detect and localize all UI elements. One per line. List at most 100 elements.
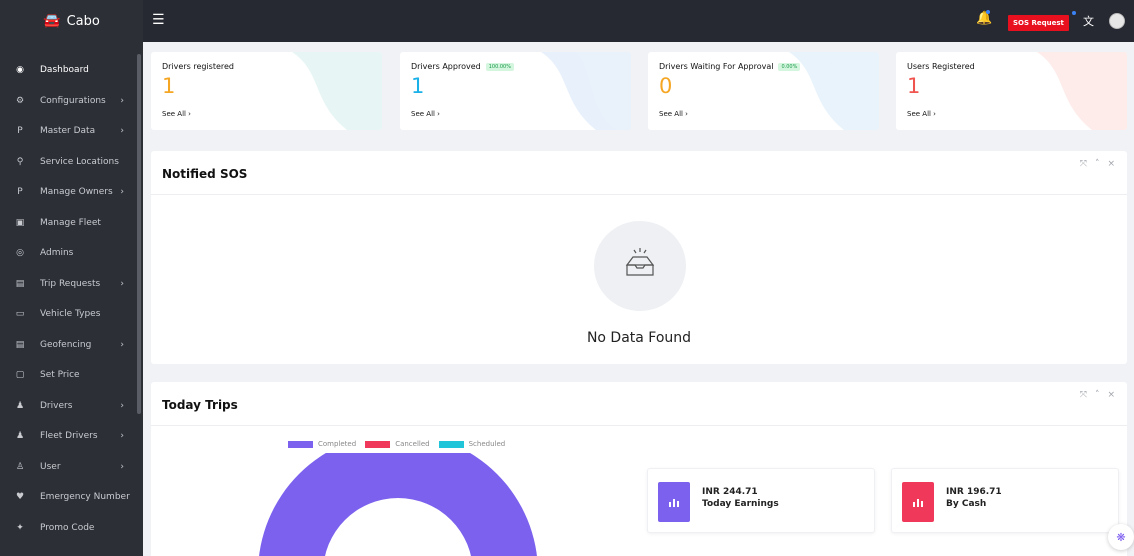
topbar: ☰ 🔔 SOS Request 文: [143, 0, 1134, 42]
stat-percent-badge: 0.00%: [778, 62, 801, 71]
sidebar-item-promo-code[interactable]: ✦ Promo Code: [0, 513, 138, 544]
map-icon: ▤: [15, 278, 25, 289]
earnings-card: INR 244.71 Today Earnings: [647, 468, 875, 533]
hamburger-menu-icon[interactable]: ☰: [152, 12, 165, 28]
sidebar-item-label: Promo Code: [40, 522, 95, 533]
sidebar-item-service-locations[interactable]: ⚲ Service Locations: [0, 147, 138, 178]
sidebar-item-label: Admins: [40, 248, 74, 259]
panel-title: Notified SOS: [162, 167, 248, 181]
sidebar-item-vehicle-types[interactable]: ▭ Vehicle Types: [0, 299, 138, 330]
stat-card: Drivers registered 1 See All ›: [151, 52, 382, 130]
lang-dot: [1072, 11, 1076, 15]
chevron-right-icon: ›: [120, 400, 124, 411]
close-icon[interactable]: ×: [1107, 390, 1115, 400]
legend-swatch: [288, 440, 313, 448]
sidebar-item-label: Drivers: [40, 400, 73, 411]
sidebar-item-fleet-drivers[interactable]: ♟ Fleet Drivers ›: [0, 421, 138, 452]
stat-title-text: Drivers registered: [162, 62, 235, 71]
sidebar-item-manage-owners[interactable]: P Manage Owners ›: [0, 177, 138, 208]
legend-label[interactable]: Completed: [318, 440, 356, 448]
legend-swatch: [438, 440, 464, 448]
today-trips-panel: Today Trips ⤧ ˄ × Completed Cancelled Sche…: [151, 382, 1127, 556]
legend-swatch: [365, 440, 391, 448]
chat-widget-icon[interactable]: ❋: [1108, 524, 1134, 550]
brand[interactable]: 🚘 Cabo: [0, 0, 143, 42]
legend-label[interactable]: Cancelled: [395, 440, 429, 448]
panel-header: Today Trips ⤧ ˄ ×: [151, 382, 1127, 426]
bar-chart-icon: [902, 482, 934, 522]
close-icon[interactable]: ×: [1107, 159, 1115, 169]
sidebar-item-manage-fleet[interactable]: ▣ Manage Fleet: [0, 208, 138, 239]
see-all-link[interactable]: See All ›: [907, 110, 936, 118]
earnings-amount: INR 196.71: [946, 487, 1002, 497]
sidebar-item-configurations[interactable]: ⚙ Configurations ›: [0, 86, 138, 117]
notification-dot: [986, 10, 990, 14]
sidebar-scrollbar[interactable]: [137, 54, 141, 414]
sidebar-item-label: Service Locations: [40, 156, 119, 167]
sidebar-item-set-price[interactable]: ▢ Set Price: [0, 360, 138, 391]
earnings-amount: INR 244.71: [702, 487, 758, 497]
stat-title: Drivers Waiting For Approval 0.00%: [659, 62, 801, 71]
sidebar-item-drivers[interactable]: ♟ Drivers ›: [0, 391, 138, 422]
sidebar-item-label: Dashboard: [40, 65, 89, 76]
user-icon: ♙: [15, 461, 25, 472]
sidebar-item-label: Master Data: [40, 126, 96, 137]
chevron-right-icon: ›: [120, 278, 124, 289]
gift-icon: ✦: [16, 522, 24, 533]
sidebar-item-label: Geofencing: [40, 339, 92, 350]
see-all-link[interactable]: See All ›: [411, 110, 440, 118]
user-avatar[interactable]: [1109, 13, 1125, 29]
see-all-link[interactable]: See All ›: [659, 110, 688, 118]
bus-icon: ▣: [15, 217, 25, 228]
stat-title-text: Users Registered: [907, 62, 975, 71]
gears-icon: ⚙: [15, 95, 25, 106]
expand-icon[interactable]: ⤧: [1080, 390, 1087, 400]
heartbeat-icon: ♥: [15, 492, 25, 503]
empty-state-text: No Data Found: [586, 330, 692, 346]
sidebar-item-dashboard[interactable]: ◉ Dashboard: [0, 55, 138, 86]
paypal-icon: P: [17, 126, 23, 137]
panel-tools: ⤧ ˄ ×: [1080, 159, 1115, 169]
stat-title: Drivers Approved 100.00%: [411, 62, 514, 71]
notified-sos-panel: Notified SOS ⤧ ˄ × No Data Found: [151, 151, 1127, 364]
language-icon[interactable]: 文: [1083, 13, 1094, 29]
collapse-icon[interactable]: ˄: [1095, 159, 1100, 169]
sidebar-item-label: Vehicle Types: [40, 309, 101, 320]
sidebar-item-emergency-number[interactable]: ♥ Emergency Number: [0, 482, 138, 513]
stat-title-text: Drivers Approved: [411, 62, 481, 71]
panel-title: Today Trips: [162, 398, 238, 412]
stat-title: Drivers registered: [162, 62, 234, 71]
sidebar-item-label: Fleet Drivers: [40, 431, 98, 442]
card-background-wave: [541, 52, 631, 130]
bar-chart-icon: [658, 482, 690, 522]
inbox-icon: [594, 221, 686, 311]
panel-header: Notified SOS ⤧ ˄ ×: [151, 151, 1127, 195]
see-all-link[interactable]: See All ›: [162, 110, 191, 118]
sidebar-menu: ◉ Dashboard ⚙ Configurations › P Master Data › ⚲…: [0, 55, 138, 543]
earnings-label: Today Earnings: [702, 499, 779, 509]
stat-percent-badge: 100.00%: [485, 62, 514, 71]
legend-label[interactable]: Scheduled: [469, 440, 506, 448]
notification-bell-icon[interactable]: 🔔: [976, 11, 992, 26]
sidebar-item-trip-requests[interactable]: ▤ Trip Requests ›: [0, 269, 138, 300]
sidebar-item-master-data[interactable]: P Master Data ›: [0, 116, 138, 147]
chevron-right-icon: ›: [120, 431, 124, 442]
expand-icon[interactable]: ⤧: [1080, 159, 1087, 169]
sidebar-item-geofencing[interactable]: ▤ Geofencing ›: [0, 330, 138, 361]
stat-title-text: Drivers Waiting For Approval: [659, 62, 774, 71]
sidebar-item-label: Trip Requests: [40, 278, 101, 289]
stat-value: 1: [411, 74, 425, 98]
car-icon: ▭: [15, 309, 25, 320]
sos-request-button[interactable]: SOS Request: [1008, 15, 1069, 31]
stat-title: Users Registered: [907, 62, 975, 71]
sidebar-item-user[interactable]: ♙ User ›: [0, 452, 138, 483]
collapse-icon[interactable]: ˄: [1095, 390, 1100, 400]
chart-legend: Completed Cancelled Scheduled: [288, 440, 509, 448]
stat-card: Drivers Waiting For Approval 0.00% 0 See Al…: [648, 52, 879, 130]
user-circle-icon: ◎: [16, 248, 24, 259]
sidebar-item-admins[interactable]: ◎ Admins: [0, 238, 138, 269]
sidebar-item-label: Emergency Number: [40, 492, 130, 503]
card-background-wave: [292, 52, 382, 130]
stat-value: 1: [907, 74, 921, 98]
users-icon: ♟: [15, 400, 25, 411]
